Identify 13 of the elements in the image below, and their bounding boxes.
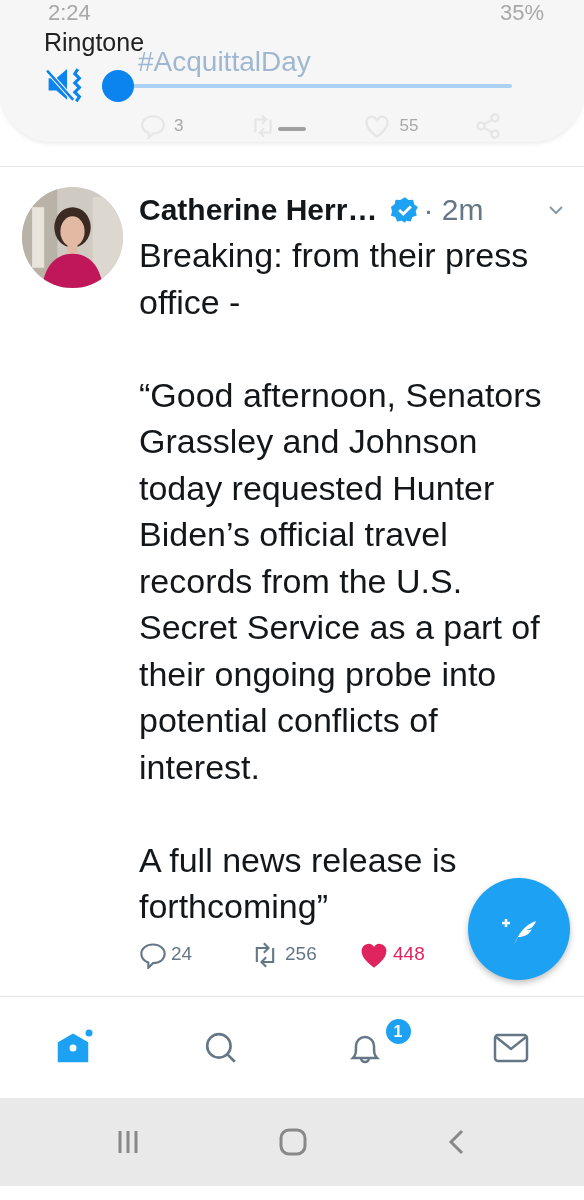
status-time: 2:24 [48, 0, 91, 26]
notification-count: 1 [383, 1016, 413, 1046]
reply-count: 3 [174, 115, 184, 138]
tweet-text: “Good afternoon, Senators Grassley and Johnson today requested Hunter Biden’s official travel records from the U.S. Secret Service as a part of their ongoing probe into potential conflicts of interest. [139, 374, 543, 788]
like-count: 55 [399, 115, 419, 138]
reply-count: 24 [171, 942, 193, 967]
tweet-time: · 2m [423, 192, 484, 228]
tweet-text: Breaking: from their press office - [139, 235, 530, 323]
retweet-count: 256 [285, 942, 317, 967]
author-name[interactable]: Catherine Herr… [139, 187, 378, 232]
tweet-text: A full news release is forthcoming” [139, 839, 458, 927]
like-count: 448 [393, 942, 425, 967]
battery-level: 35% [499, 0, 544, 26]
